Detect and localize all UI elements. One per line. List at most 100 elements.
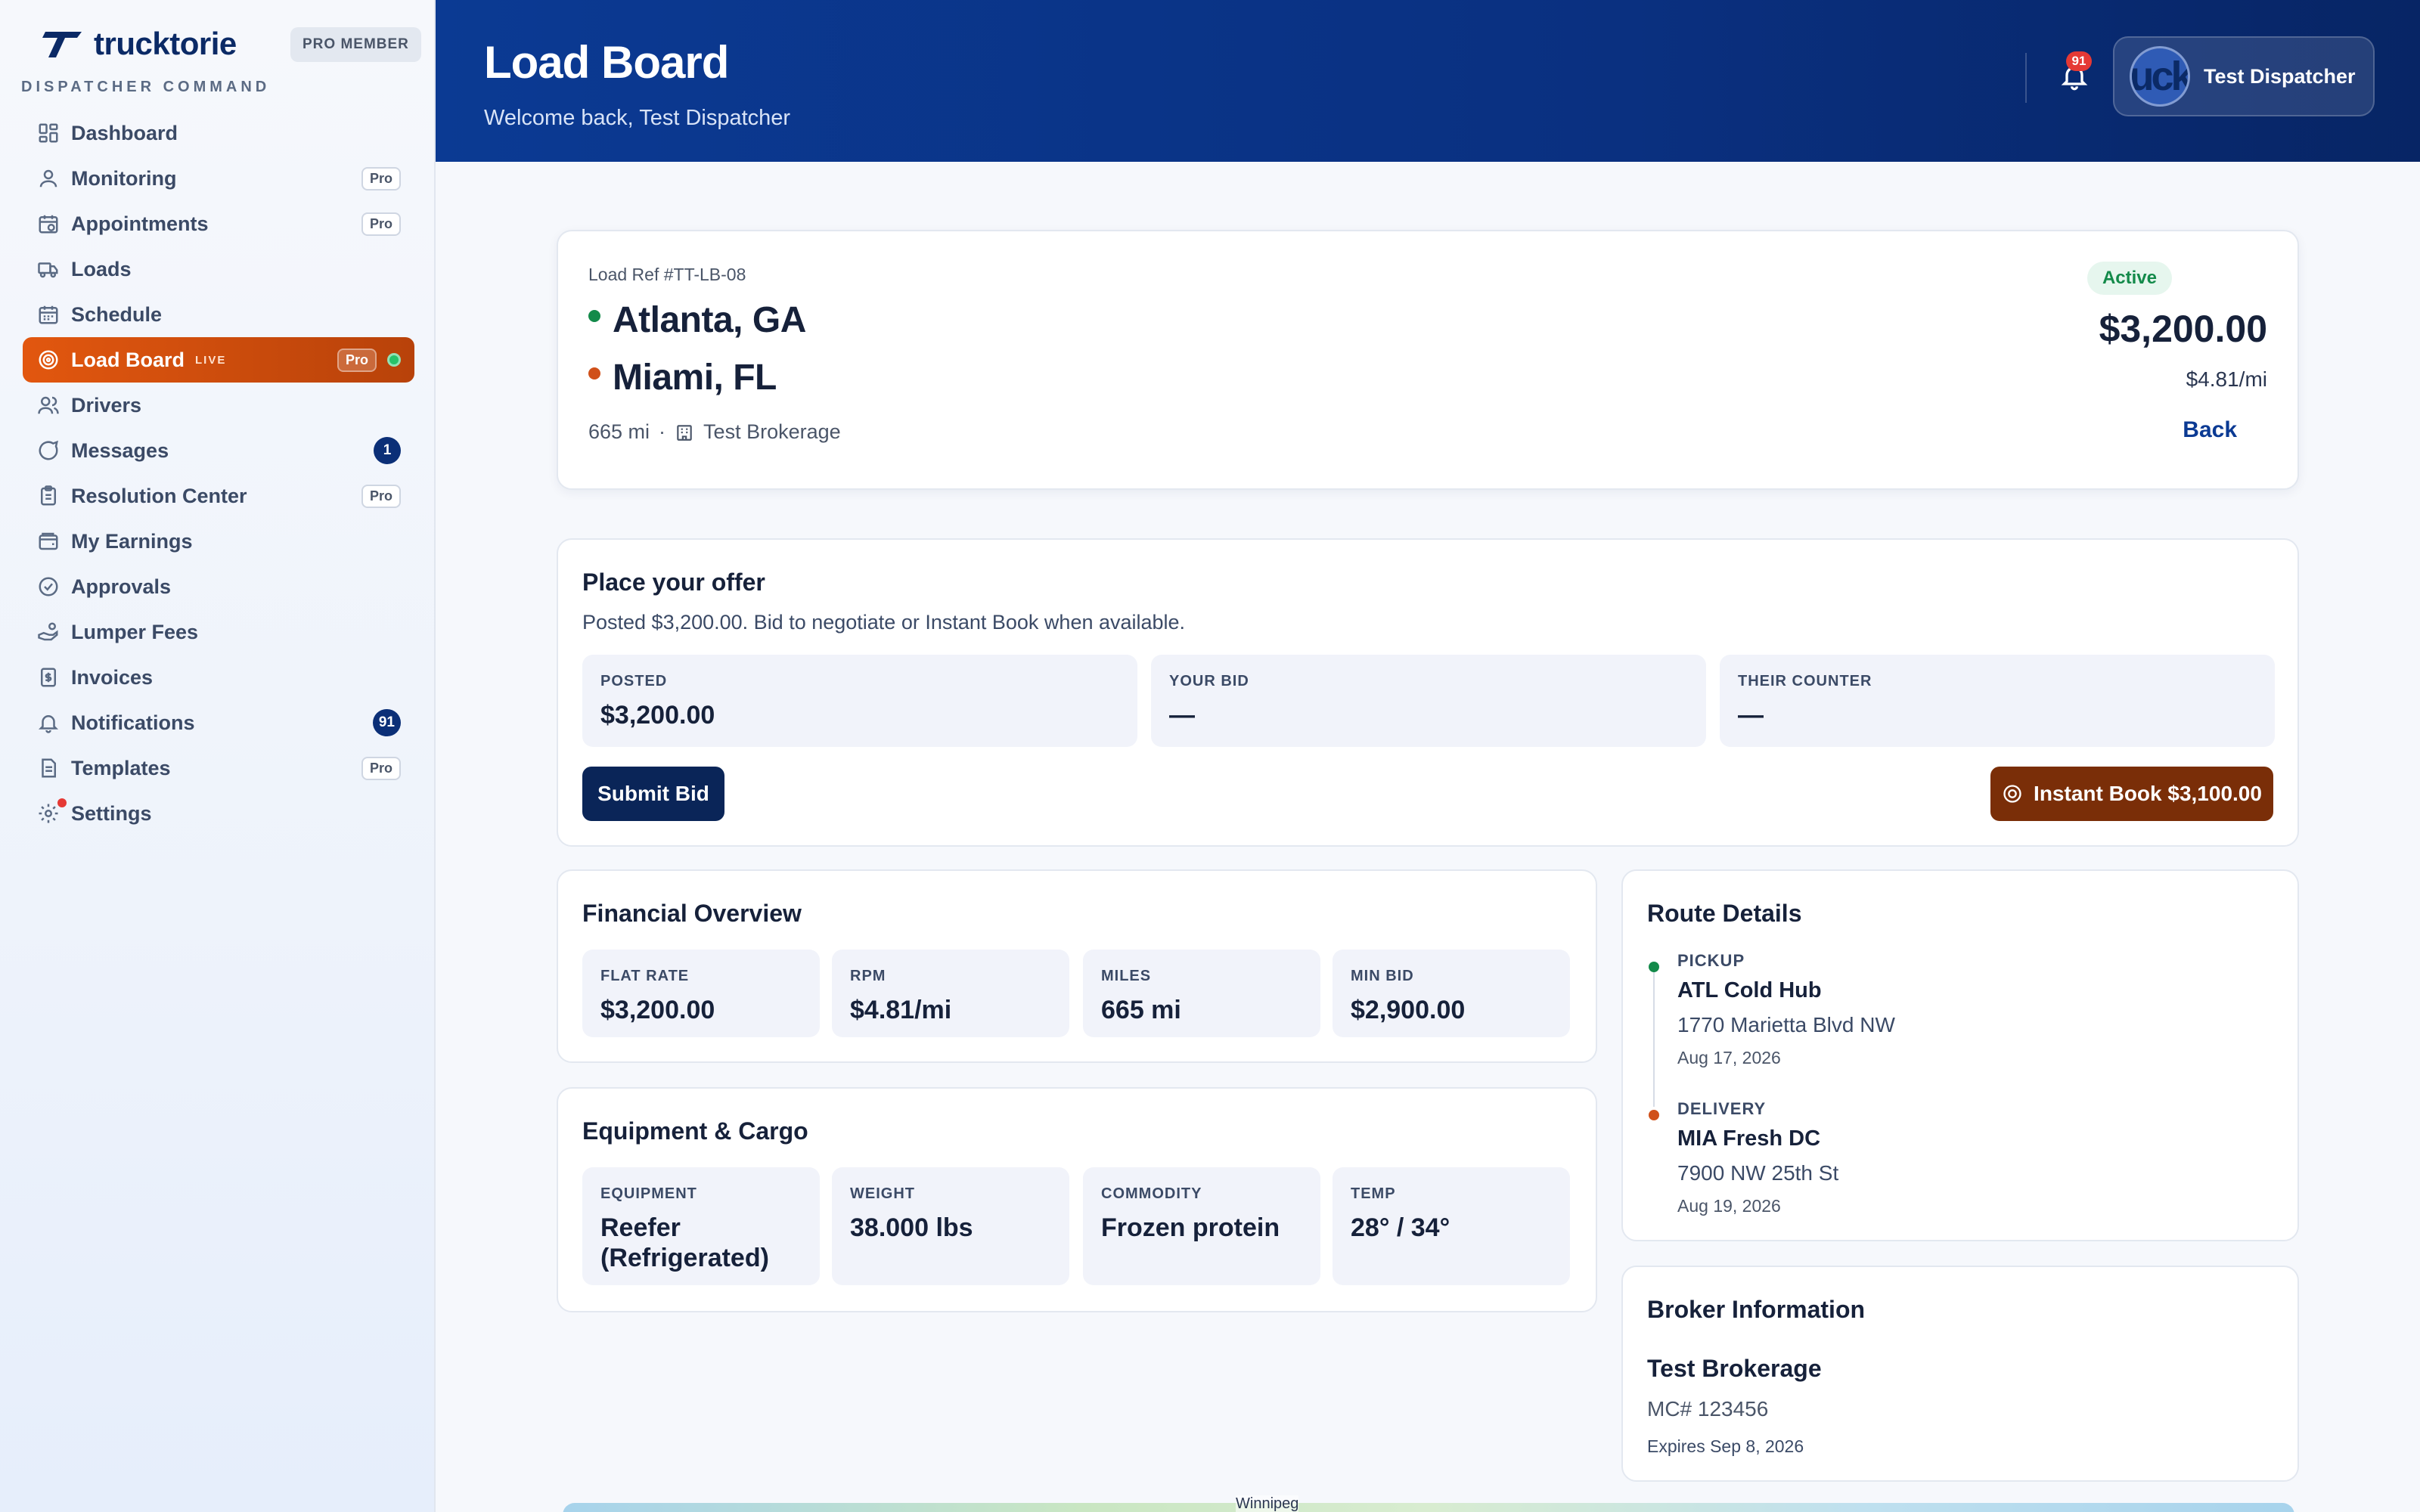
offer-description: Posted $3,200.00. Bid to negotiate or In…: [582, 611, 1186, 634]
brand-logo-link[interactable]: trucktorie: [42, 26, 237, 62]
load-rpm: $4.81/mi: [2186, 367, 2267, 391]
stat-label: RPM: [850, 968, 886, 984]
check-circle-icon: [36, 575, 60, 599]
sidebar-item-label: Load Board: [71, 348, 185, 371]
sidebar-item-my-earnings[interactable]: My Earnings: [23, 519, 414, 564]
target-icon: [2003, 785, 2021, 803]
broker-name: Test Brokerage: [1647, 1355, 1822, 1382]
users-icon: [36, 393, 60, 417]
trucktorie-logo-icon: [42, 32, 82, 57]
back-button[interactable]: Back: [2183, 417, 2237, 443]
sidebar-item-label: Loads: [71, 257, 132, 280]
load-ref: Load Ref #TT-LB-08: [588, 265, 746, 284]
instant-book-label: Instant Book $3,100.00: [2034, 782, 2262, 805]
brand-subtitle: DISPATCHER COMMAND: [21, 79, 271, 95]
invoice-icon: [36, 665, 60, 689]
pro-tag: Pro: [361, 166, 401, 191]
their-counter-label: THEIR COUNTER: [1738, 673, 1872, 689]
financial-title: Financial Overview: [582, 900, 802, 927]
sidebar-item-label: Templates: [71, 756, 171, 779]
sidebar-item-label: My Earnings: [71, 529, 193, 553]
offer-title: Place your offer: [582, 569, 765, 596]
sidebar-item-resolution-center[interactable]: Resolution Center Pro: [23, 473, 414, 519]
your-bid-value: —: [1169, 701, 1195, 730]
pro-tag: Pro: [361, 756, 401, 780]
sidebar-item-label: Approvals: [71, 575, 172, 598]
stat-value: Reefer (Refrigerated): [600, 1213, 769, 1272]
sidebar-item-appointments[interactable]: Appointments Pro: [23, 201, 414, 246]
sidebar-item-label: Resolution Center: [71, 484, 247, 507]
stat-label: COMMODITY: [1101, 1185, 1202, 1202]
sidebar-item-messages[interactable]: Messages 1: [23, 428, 414, 473]
sidebar-item-label: Drivers: [71, 393, 142, 417]
sidebar-item-notifications[interactable]: Notifications 91: [23, 700, 414, 745]
financial-overview-card: Financial Overview FLAT RATE $3,200.00 R…: [557, 869, 1597, 1063]
route-title: Route Details: [1647, 900, 1802, 927]
your-bid-stat: YOUR BID —: [1151, 655, 1706, 747]
origin-dot-icon: [588, 310, 600, 322]
sidebar-item-label: Settings: [71, 801, 152, 825]
user-monitor-icon: [36, 166, 60, 191]
delivery-label: DELIVERY: [1677, 1099, 1767, 1118]
stat-value: 28° / 34°: [1351, 1213, 1450, 1242]
load-brokerage: Test Brokerage: [703, 420, 841, 443]
sidebar-item-dashboard[interactable]: Dashboard: [23, 110, 414, 156]
submit-bid-button[interactable]: Submit Bid: [582, 767, 724, 821]
meta-separator: ·: [659, 420, 666, 443]
sidebar-item-loads[interactable]: Loads: [23, 246, 414, 292]
posted-value: $3,200.00: [600, 701, 715, 730]
sidebar-item-drivers[interactable]: Drivers: [23, 383, 414, 428]
stat-value: 38.000 lbs: [850, 1213, 973, 1242]
their-counter-stat: THEIR COUNTER —: [1720, 655, 2275, 747]
pickup-date: Aug 17, 2026: [1677, 1048, 1781, 1067]
place-offer-card: Place your offer Posted $3,200.00. Bid t…: [557, 538, 2299, 847]
sidebar-item-label: Monitoring: [71, 166, 177, 190]
load-miles: 665 mi: [588, 420, 650, 443]
sidebar-item-schedule[interactable]: Schedule: [23, 292, 414, 337]
stat-label: EQUIPMENT: [600, 1185, 697, 1202]
sidebar-item-label: Lumper Fees: [71, 620, 199, 643]
route-map[interactable]: [563, 1503, 2294, 1512]
sidebar-item-templates[interactable]: Templates Pro: [23, 745, 414, 791]
stat-value: 665 mi: [1101, 996, 1181, 1024]
document-icon: [36, 756, 60, 780]
temp-stat: TEMP 28° / 34°: [1333, 1167, 1570, 1285]
settings-alert-dot: [57, 798, 67, 807]
live-status-dot: [387, 353, 401, 367]
load-summary-card: Load Ref #TT-LB-08 Atlanta, GA Miami, FL…: [557, 230, 2299, 490]
stat-label: TEMP: [1351, 1185, 1396, 1202]
equipment-stat: EQUIPMENT Reefer (Refrigerated): [582, 1167, 820, 1285]
delivery-address: 7900 NW 25th St: [1677, 1161, 1839, 1185]
wallet-icon: [36, 529, 60, 553]
clipboard-icon: [36, 484, 60, 508]
user-menu-button[interactable]: uck Test Dispatcher: [2113, 36, 2375, 116]
chat-icon: [36, 438, 60, 463]
instant-book-button[interactable]: Instant Book $3,100.00: [1990, 767, 2273, 821]
sidebar: trucktorie PRO MEMBER DISPATCHER COMMAND…: [0, 0, 436, 1512]
sidebar-item-label: Dashboard: [71, 121, 178, 144]
their-counter-value: —: [1738, 701, 1764, 730]
destination-city: Miami, FL: [613, 358, 777, 398]
calendar-icon: [36, 302, 60, 327]
sidebar-item-monitoring[interactable]: Monitoring Pro: [23, 156, 414, 201]
map-city-label: Winnipeg: [1236, 1495, 1299, 1512]
origin-city: Atlanta, GA: [613, 300, 806, 340]
delivery-dot-icon: [1649, 1110, 1659, 1120]
pickup-name: ATL Cold Hub: [1677, 978, 1822, 1002]
stat-label: FLAT RATE: [600, 968, 690, 984]
sidebar-item-label: Schedule: [71, 302, 163, 326]
user-name: Test Dispatcher: [2204, 64, 2356, 88]
brand-name: trucktorie: [94, 26, 237, 61]
sidebar-item-label: Notifications: [71, 711, 195, 734]
pro-member-badge: PRO MEMBER: [290, 27, 421, 62]
grid-icon: [36, 121, 60, 145]
route-timeline-line: [1653, 969, 1655, 1107]
calendar-clock-icon: [36, 212, 60, 236]
sidebar-item-settings[interactable]: Settings: [23, 791, 414, 836]
sidebar-item-approvals[interactable]: Approvals: [23, 564, 414, 609]
sidebar-item-lumper-fees[interactable]: Lumper Fees: [23, 609, 414, 655]
sidebar-item-invoices[interactable]: Invoices: [23, 655, 414, 700]
pickup-label: PICKUP: [1677, 951, 1745, 970]
sidebar-item-load-board[interactable]: Load Board LIVE Pro: [23, 337, 414, 383]
broker-information-card: Broker Information Test Brokerage MC# 12…: [1621, 1266, 2299, 1482]
